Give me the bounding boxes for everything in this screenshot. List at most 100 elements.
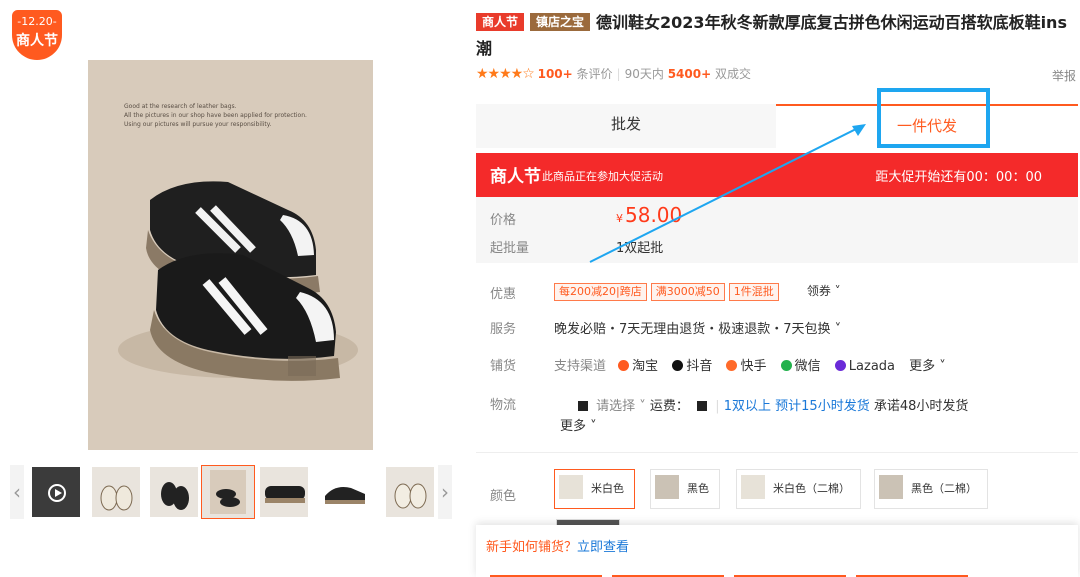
thumbnail-next-button[interactable]: ›	[438, 465, 452, 519]
channel-name: 抖音	[686, 359, 713, 374]
kuaishou-icon	[726, 360, 738, 371]
redacted-block	[578, 401, 588, 411]
wechat-icon	[780, 360, 792, 371]
region-select[interactable]: 请选择 ˅	[596, 399, 646, 414]
channels-more-button[interactable]: 更多 ˅	[909, 359, 946, 374]
shipping-estimate: 1双以上 预计15小时发货	[723, 399, 870, 414]
logistics-row: 请选择 ˅ 运费： | 1双以上 预计15小时发货 承诺48小时发货	[574, 395, 968, 414]
coupon-tag[interactable]: 1件混批	[728, 283, 779, 301]
thumbnail-image-selected[interactable]	[201, 465, 255, 519]
festival-name: 商人节	[16, 33, 58, 49]
promo-desc: 此商品正在参加大促活动	[542, 170, 663, 183]
report-link[interactable]: 举报	[1052, 68, 1076, 84]
shoe-thumbnail-icon	[325, 487, 365, 504]
color-option-selected[interactable]: 米白色	[554, 469, 635, 509]
star-rating-icon: ★★★★☆	[476, 66, 535, 82]
channels-row: 支持渠道 淘宝 抖音 快手 微信 Lazada 更多 ˅	[554, 355, 946, 374]
coupon-tag[interactable]: 满3000减50	[650, 283, 725, 301]
offers-row: 每200减20|跨店 满3000减50 1件混批 领券 ˅	[554, 282, 841, 301]
tab-wholesale[interactable]: 批发	[476, 104, 776, 148]
shoe-thumbnail-icon	[394, 483, 427, 509]
price-amount: 58.00	[625, 203, 683, 227]
color-swatch-image	[559, 475, 583, 499]
thumbnail-image[interactable]	[92, 467, 140, 517]
thumbnail-strip: ‹ ›	[10, 465, 452, 521]
channel-taobao[interactable]: 淘宝	[618, 359, 658, 374]
moq-label: 起批量	[490, 241, 530, 256]
thumbnail-image[interactable]	[260, 467, 308, 517]
festival-date: -12.20-	[17, 15, 57, 28]
promo-name: 商人节	[490, 167, 541, 187]
review-count[interactable]: 100+	[538, 67, 573, 81]
channel-douyin[interactable]: 抖音	[672, 359, 712, 374]
separator: |	[616, 67, 621, 81]
channel-name: 淘宝	[632, 359, 659, 374]
color-option[interactable]: 黑色（二棉）	[874, 469, 988, 509]
review-label: 条评价	[576, 67, 613, 81]
channel-lazada[interactable]: Lazada	[834, 359, 895, 374]
color-option-label: 米白色	[591, 482, 624, 495]
price-box: 价格 ¥58.00 起批量 1双起批	[476, 197, 1078, 263]
color-option[interactable]: 米白色（二棉）	[736, 469, 861, 509]
newbie-help-bar: 新手如何铺货？立即查看	[476, 525, 1078, 577]
currency-symbol: ¥	[616, 212, 623, 225]
color-option-label: 米白色（二棉）	[773, 482, 850, 495]
thumbnail-image[interactable]	[386, 467, 434, 517]
rating-row: ★★★★☆ 100+ 条评价 | 90天内 5400+ 双成交 举报	[476, 66, 1078, 84]
play-icon	[48, 484, 66, 502]
lazada-icon	[834, 360, 846, 371]
color-option[interactable]: 黑色	[650, 469, 720, 509]
shoe-thumbnail-icon	[161, 482, 189, 510]
logistics-more-button[interactable]: 更多 ˅	[560, 415, 597, 434]
thumbnail-prev-button[interactable]: ‹	[10, 465, 24, 519]
help-question: 新手如何铺货？立即查看	[486, 536, 629, 555]
dropship-highlight-box	[877, 88, 990, 148]
shop-treasure-tag: 镇店之宝	[530, 13, 591, 31]
channel-kuaishou[interactable]: 快手	[726, 359, 766, 374]
separator: |	[715, 399, 720, 414]
channels-label: 铺货	[490, 359, 517, 374]
channel-name: 快手	[740, 359, 767, 374]
shoe-thumbnail-icon	[100, 485, 133, 511]
shoe-thumbnail-icon	[265, 486, 305, 503]
channel-wechat[interactable]: 微信	[780, 359, 821, 374]
thumbnail-image[interactable]	[320, 467, 368, 517]
channel-name: Lazada	[848, 359, 895, 374]
douyin-icon	[672, 360, 684, 371]
divider	[476, 452, 1078, 453]
color-swatch-image	[879, 475, 903, 499]
main-product-image[interactable]: Good at the research of leather bags. Al…	[88, 60, 373, 450]
price-value: ¥58.00	[616, 203, 682, 227]
get-coupon-button[interactable]: 领券 ˅	[807, 284, 841, 298]
help-view-link[interactable]: 立即查看	[577, 540, 629, 555]
offers-label: 优惠	[490, 287, 517, 302]
moq-value: 1双起批	[616, 241, 664, 256]
logistics-label: 物流	[490, 398, 517, 413]
festival-tag: 商人节	[476, 13, 525, 31]
sales-period: 90天内	[624, 67, 664, 81]
service-value[interactable]: 晚发必赔・7天无理由退货・极速退款・7天包换 ˅	[554, 318, 841, 337]
coupon-tag[interactable]: 每200减20|跨店	[554, 283, 647, 301]
sales-count: 5400+	[667, 67, 712, 81]
color-label: 颜色	[490, 489, 517, 504]
channel-name: 微信	[794, 359, 821, 374]
channels-intro: 支持渠道	[554, 359, 607, 374]
product-title: 商人节 镇店之宝 德训鞋女2023年秋冬新款厚底复古拼色休闲运动百搭软底板鞋ins潮	[476, 10, 1076, 62]
shoe-thumbnail-icon	[210, 470, 246, 514]
service-label: 服务	[490, 322, 517, 337]
shipping-commitment: 承诺48小时发货	[873, 399, 969, 414]
freight-label: 运费：	[649, 399, 689, 414]
promo-banner: 商人节 此商品正在参加大促活动 距大促开始还有00：00：00	[476, 153, 1078, 197]
color-option-label: 黑色	[687, 482, 709, 495]
promo-countdown: 距大促开始还有00：00：00	[875, 170, 1042, 185]
help-question-text: 新手如何铺货？	[486, 540, 578, 555]
taobao-icon	[618, 360, 630, 371]
color-swatch-image	[655, 475, 679, 499]
sales-label: 双成交	[714, 67, 751, 81]
thumbnail-video[interactable]	[32, 467, 80, 517]
color-option-label: 黑色（二棉）	[911, 482, 977, 495]
festival-badge: -12.20- 商人节	[12, 10, 62, 60]
redacted-block	[697, 401, 708, 411]
thumbnail-image[interactable]	[150, 467, 198, 517]
sneakers-illustration	[118, 181, 358, 381]
